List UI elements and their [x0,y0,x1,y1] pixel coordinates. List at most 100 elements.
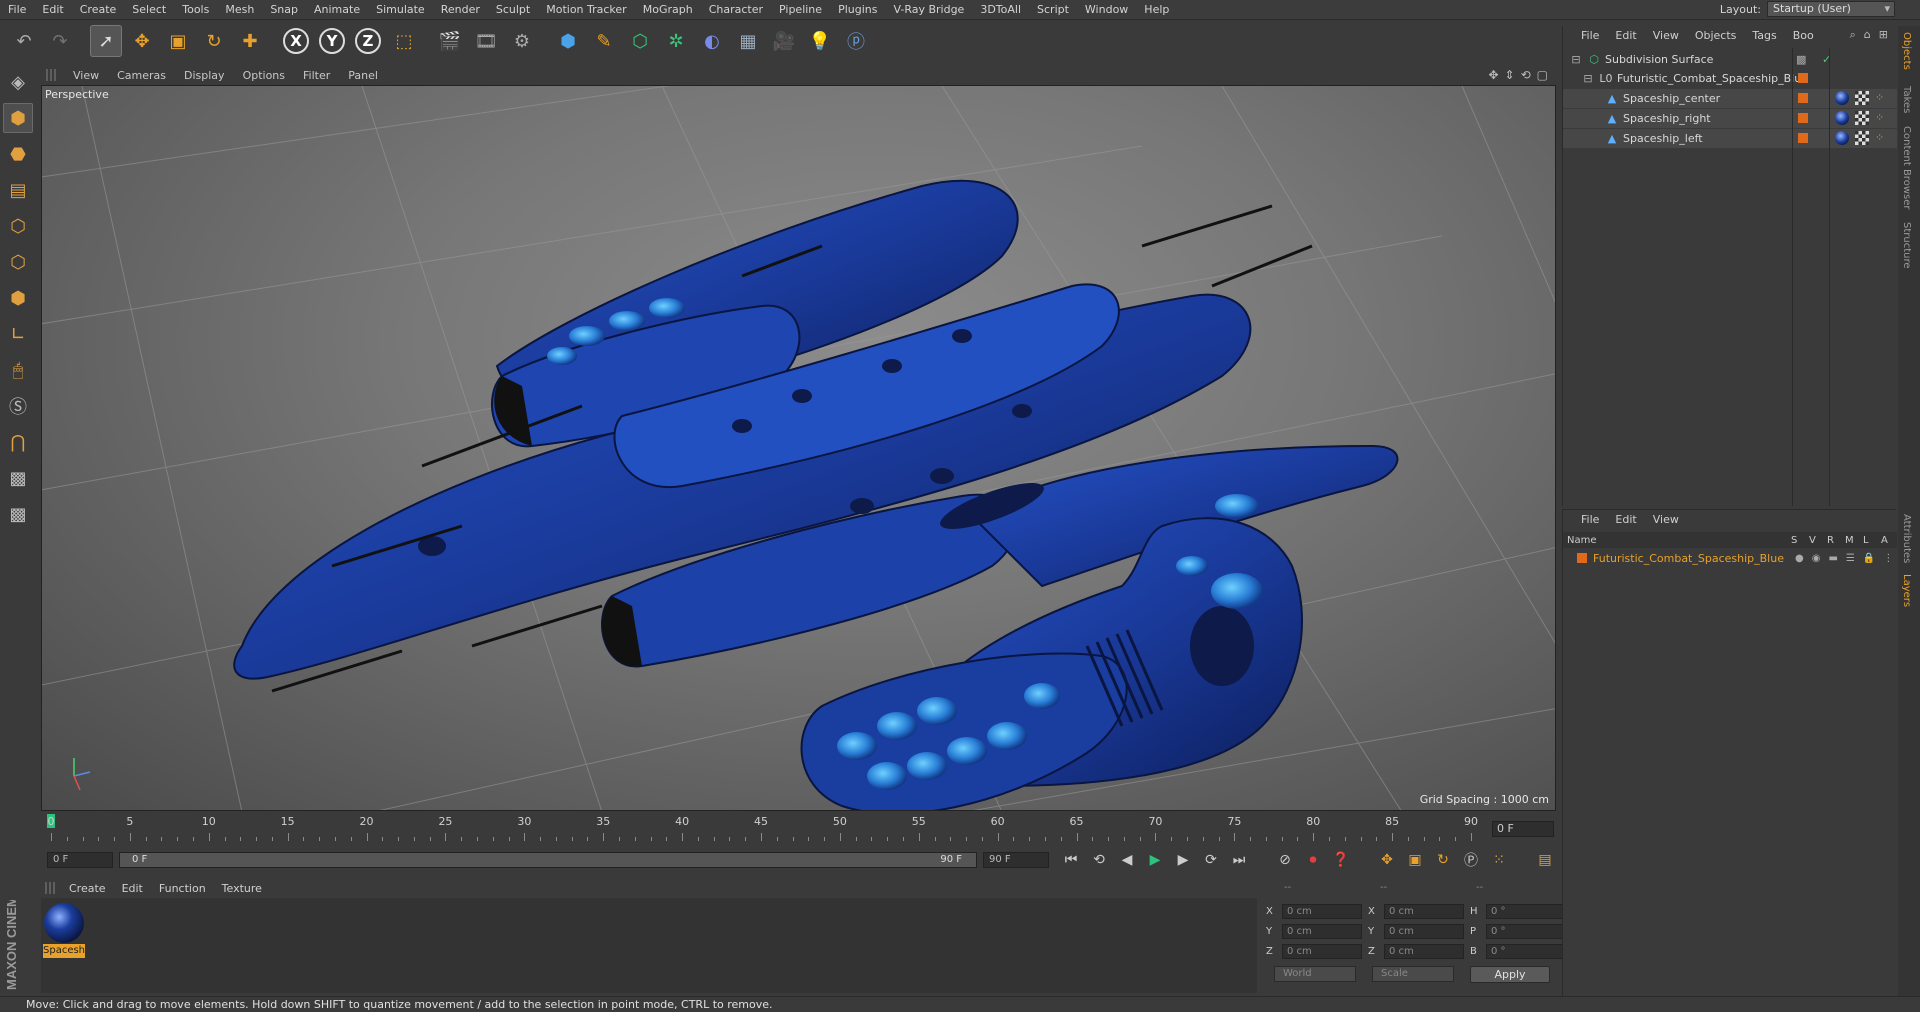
record-pla-icon[interactable]: ⁙ [1487,849,1511,871]
current-frame-field[interactable]: 0 F [1492,821,1554,837]
start-frame-field[interactable]: 0 F [47,852,113,868]
redo-icon[interactable]: ↷ [44,25,76,57]
menu-simulate[interactable]: Simulate [368,3,433,16]
go-to-end-icon[interactable]: ⏭ [1227,849,1251,871]
keyframe-selection-icon[interactable]: ❓ [1329,849,1353,871]
position-y-field[interactable]: 0 cm [1282,924,1362,939]
view-toggle-icon[interactable]: ◉ [1812,553,1821,564]
collapse-icon[interactable]: ⊟ [1569,53,1583,66]
material-tag-icon[interactable] [1835,111,1849,125]
axis-mode-icon[interactable]: ∟ [3,319,33,349]
next-frame-icon[interactable]: ▶ [1171,849,1195,871]
object-row-futuristic-combat-spaceship-blue[interactable]: ⊟ L0 Futuristic_Combat_Spaceship_Blue [1563,69,1897,88]
collapse-icon[interactable]: ⊟ [1581,72,1595,85]
live-selection-icon[interactable]: ➚ [90,25,122,57]
material-menu-create[interactable]: Create [61,882,114,895]
layer-menu-view[interactable]: View [1645,513,1687,526]
tweak-mode-icon[interactable]: 🖱 [3,355,33,385]
size-z-field[interactable]: 0 cm [1384,944,1464,959]
record-scale-icon[interactable]: ▣ [1403,849,1427,871]
tab-layers[interactable]: Layers [1901,574,1912,607]
menu-help[interactable]: Help [1136,3,1177,16]
model-mode-icon[interactable]: ⬢ [3,103,33,133]
menu-script[interactable]: Script [1029,3,1077,16]
record-position-icon[interactable]: ✥ [1375,849,1399,871]
object-menu-edit[interactable]: Edit [1607,29,1644,42]
render-toggle-icon[interactable]: ▬ [1828,553,1837,564]
object-row-spaceship-center[interactable]: ▲ Spaceship_center ⁘ [1563,89,1897,108]
material-tag-icon[interactable] [1835,91,1849,105]
coordinate-mode-dropdown[interactable]: World [1274,966,1356,982]
tab-content-browser[interactable]: Content Browser [1901,126,1912,209]
viewport-menu-filter[interactable]: Filter [294,69,339,82]
manager-toggle-icon[interactable]: ☰ [1846,553,1855,564]
cube-icon[interactable]: ⬢ [552,25,584,57]
animation-toggle-icon[interactable]: ⋮ [1883,553,1893,564]
column-solo[interactable]: S [1791,535,1809,546]
menu-character[interactable]: Character [701,3,771,16]
size-x-field[interactable]: 0 cm [1384,904,1464,919]
menu-3dtoall[interactable]: 3DToAll [972,3,1029,16]
timeline[interactable]: 0 5 10 15 20 25 30 35 40 45 50 55 60 65 70 75 80 85 90 0 F [41,813,1556,843]
record-keys-icon[interactable]: ⊘ [1273,849,1297,871]
transform-mode-dropdown[interactable]: Scale [1372,966,1454,982]
uvw-tag-icon[interactable] [1855,111,1869,125]
menu-plugins[interactable]: Plugins [830,3,885,16]
layer-color-icon[interactable] [1798,133,1808,143]
move-icon[interactable]: ✥ [126,25,158,57]
camera-icon[interactable]: 🎥 [768,25,800,57]
menu-vray-bridge[interactable]: V-Ray Bridge [885,3,972,16]
python-icon[interactable]: ⓟ [840,25,872,57]
menu-sculpt[interactable]: Sculpt [488,3,538,16]
menu-mesh[interactable]: Mesh [217,3,262,16]
light-icon[interactable]: 💡 [804,25,836,57]
viewport[interactable]: Perspective Grid Spacing : 1000 cm [41,85,1556,811]
position-z-field[interactable]: 0 cm [1282,944,1362,959]
tab-objects[interactable]: Objects [1901,32,1912,70]
size-y-field[interactable]: 0 cm [1384,924,1464,939]
object-menu-bookmarks[interactable]: Boo [1785,29,1822,42]
layer-row[interactable]: Futuristic_Combat_Spaceship_Blue ● ◉ ▬ ☰… [1563,549,1897,567]
material-menu-texture[interactable]: Texture [214,882,270,895]
coordinate-system-icon[interactable]: ⬚ [388,25,420,57]
column-locked[interactable]: L [1863,535,1881,546]
home-icon[interactable]: ⌂ [1864,28,1871,42]
object-menu-view[interactable]: View [1645,29,1687,42]
make-editable-icon[interactable]: ◈ [3,67,33,97]
column-animation[interactable]: A [1881,535,1895,546]
z-axis-icon[interactable]: Z [352,25,384,57]
rotate-icon[interactable]: ↻ [198,25,230,57]
column-view[interactable]: V [1809,535,1827,546]
object-row-spaceship-right[interactable]: ▲ Spaceship_right ⁘ [1563,109,1897,128]
record-rotation-icon[interactable]: ↻ [1431,849,1455,871]
phong-tag-icon[interactable]: ⁘ [1875,91,1884,104]
viewport-menu-panel[interactable]: Panel [339,69,387,82]
layer-menu-file[interactable]: File [1573,513,1607,526]
visibility-check-icon[interactable]: ▩ [1796,53,1806,66]
edges-mode-icon[interactable]: ⬡ [3,247,33,277]
render-view-icon[interactable]: 🎬 [434,25,466,57]
next-key-icon[interactable]: ⟳ [1199,849,1223,871]
pen-icon[interactable]: ✎ [588,25,620,57]
menu-window[interactable]: Window [1077,3,1136,16]
undo-icon[interactable]: ↶ [8,25,40,57]
go-to-start-icon[interactable]: ⏮ [1059,849,1083,871]
menu-pipeline[interactable]: Pipeline [771,3,830,16]
play-icon[interactable]: ▶ [1143,849,1167,871]
layout-select[interactable]: Startup (User) [1767,1,1895,17]
material-menu-function[interactable]: Function [151,882,214,895]
planar-workplane-icon[interactable]: ▩ [3,499,33,529]
phong-tag-icon[interactable]: ⁘ [1875,111,1884,124]
viewport-menu-options[interactable]: Options [234,69,294,82]
phong-tag-icon[interactable]: ⁘ [1875,131,1884,144]
object-menu-file[interactable]: File [1573,29,1607,42]
tab-attributes[interactable]: Attributes [1901,514,1912,563]
menu-mograph[interactable]: MoGraph [635,3,701,16]
dolly-icon[interactable]: ⇕ [1505,68,1515,82]
menu-animate[interactable]: Animate [306,3,368,16]
previous-key-icon[interactable]: ⟲ [1087,849,1111,871]
object-menu-tags[interactable]: Tags [1744,29,1784,42]
new-window-icon[interactable]: ⊞ [1879,28,1888,42]
rotation-b-field[interactable]: 0 ° [1486,944,1566,959]
position-x-field[interactable]: 0 cm [1282,904,1362,919]
